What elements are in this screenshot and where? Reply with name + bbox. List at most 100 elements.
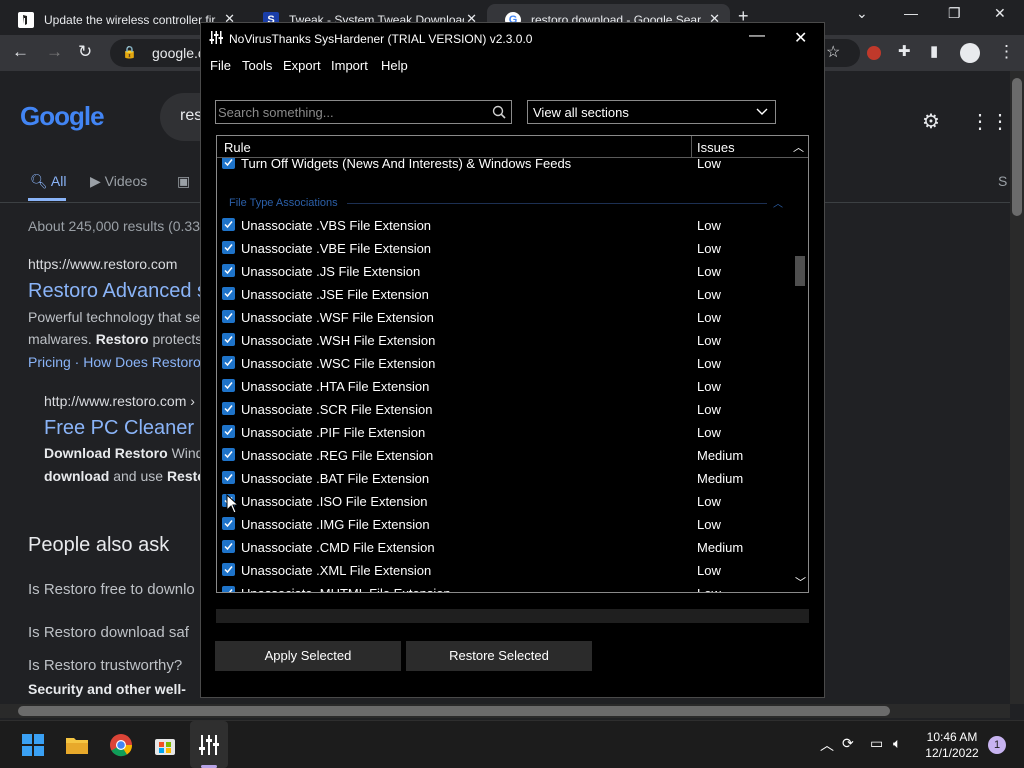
column-issues-header[interactable]: Issues — [697, 140, 735, 155]
table-row[interactable]: Unassociate .JS File Extension Low — [217, 260, 792, 283]
minimize-icon[interactable]: — — [904, 5, 918, 21]
paa-question[interactable]: Is Restoro trustworthy? — [28, 657, 182, 674]
menu-file[interactable]: File — [210, 58, 231, 73]
rule-checkbox[interactable] — [222, 218, 235, 231]
system-clock[interactable]: 10:46 AM 12/1/2022 — [920, 730, 984, 760]
more-menu-icon[interactable]: ⋮ — [998, 42, 1015, 62]
table-row[interactable]: Unassociate .WSH File Extension Low — [217, 329, 792, 352]
sitelinks[interactable]: Pricing · How Does Restoro — [28, 354, 201, 370]
table-row[interactable]: Unassociate .MHTML File Extension Low — [217, 582, 792, 592]
rule-checkbox[interactable] — [222, 158, 235, 169]
settings-gear-icon[interactable]: ⚙ — [922, 109, 940, 134]
table-row[interactable]: Unassociate .ISO File Extension Low — [217, 490, 792, 513]
table-row[interactable]: Unassociate .REG File Extension Medium — [217, 444, 792, 467]
table-row[interactable]: Unassociate .WSC File Extension Low — [217, 352, 792, 375]
chrome-icon[interactable] — [109, 733, 133, 757]
rule-checkbox[interactable] — [222, 563, 235, 576]
paa-question[interactable]: Is Restoro free to downlo — [28, 581, 195, 598]
back-arrow-icon[interactable]: ← — [12, 42, 29, 62]
extension-icon[interactable] — [867, 46, 881, 60]
table-row[interactable]: Turn Off Widgets (News And Interests) & … — [217, 158, 792, 175]
scroll-down-icon[interactable]: ﹀ — [795, 574, 806, 590]
rule-issue-level: Low — [697, 241, 721, 256]
result-title[interactable]: Restoro Advanced s — [28, 280, 207, 303]
collapse-chevron-up-icon[interactable]: ︿ — [773, 195, 783, 210]
side-panel-icon[interactable]: ▮ — [930, 42, 938, 60]
network-icon[interactable]: ▭ — [870, 735, 883, 752]
notification-badge[interactable]: 1 — [988, 736, 1006, 754]
rule-checkbox[interactable] — [222, 540, 235, 553]
tab-videos[interactable]: ▶ Videos — [90, 173, 147, 190]
grid-scroll-thumb[interactable] — [795, 256, 805, 286]
grid-scrollbar[interactable]: ﹀ — [792, 158, 808, 592]
volume-icon[interactable]: 🔈︎ — [893, 735, 901, 752]
rule-checkbox[interactable] — [222, 287, 235, 300]
rule-checkbox[interactable] — [222, 264, 235, 277]
rule-checkbox[interactable] — [222, 425, 235, 438]
menu-tools[interactable]: Tools — [242, 58, 272, 73]
close-icon[interactable]: ✕ — [794, 28, 807, 48]
people-also-ask-heading: People also ask — [28, 534, 170, 556]
windows-start-icon[interactable] — [21, 733, 45, 757]
search-icon[interactable] — [492, 105, 506, 119]
table-row[interactable]: Unassociate .BAT File Extension Medium — [217, 467, 792, 490]
table-row[interactable]: Unassociate .PIF File Extension Low — [217, 421, 792, 444]
google-doodle-logo[interactable]: Google — [20, 101, 105, 132]
table-row[interactable]: Unassociate .HTA File Extension Low — [217, 375, 792, 398]
forward-arrow-icon[interactable]: → — [46, 42, 63, 62]
menu-help[interactable]: Help — [381, 58, 408, 73]
rule-checkbox[interactable] — [222, 402, 235, 415]
table-row[interactable]: Unassociate .SCR File Extension Low — [217, 398, 792, 421]
rule-checkbox[interactable] — [222, 586, 235, 592]
microsoft-store-icon[interactable] — [153, 733, 177, 757]
apps-grid-icon[interactable]: ⋮⋮ — [970, 109, 1010, 134]
search-input[interactable]: Search something... — [215, 100, 512, 124]
rule-checkbox[interactable] — [222, 517, 235, 530]
result-url[interactable]: https://www.restoro.com — [28, 256, 177, 272]
tab-cut[interactable]: S — [998, 173, 1007, 189]
page-vertical-scroll-thumb[interactable] — [1012, 78, 1022, 216]
tab-images-icon[interactable]: ▣ — [177, 173, 190, 190]
rule-checkbox[interactable] — [222, 241, 235, 254]
scroll-up-icon[interactable]: ︿ — [793, 139, 804, 155]
rule-name: Unassociate .BAT File Extension — [241, 471, 430, 486]
chevron-down-icon[interactable]: ⌄ — [856, 5, 868, 22]
table-row[interactable]: Unassociate .VBE File Extension Low — [217, 237, 792, 260]
table-row[interactable]: Unassociate .JSE File Extension Low — [217, 283, 792, 306]
sync-icon[interactable]: ⟳ — [842, 735, 854, 752]
menu-export[interactable]: Export — [283, 58, 321, 73]
puzzle-extensions-icon[interactable]: ✚ — [898, 42, 911, 60]
star-icon[interactable]: ☆ — [826, 42, 840, 62]
close-window-icon[interactable]: ✕ — [994, 5, 1006, 22]
group-header-file-type-associations[interactable]: File Type Associations ︿ — [217, 191, 792, 213]
rule-checkbox[interactable] — [222, 448, 235, 461]
page-horizontal-scroll-thumb[interactable] — [18, 706, 890, 716]
rule-checkbox[interactable] — [222, 356, 235, 369]
restore-window-icon[interactable]: ❐ — [948, 5, 961, 22]
tab-all[interactable]: 🔍︎ All — [30, 173, 66, 190]
table-row[interactable]: Unassociate .XML File Extension Low — [217, 559, 792, 582]
menu-import[interactable]: Import — [331, 58, 368, 73]
rule-checkbox[interactable] — [222, 471, 235, 484]
apply-selected-button[interactable]: Apply Selected — [215, 641, 401, 671]
table-row[interactable]: Unassociate .WSF File Extension Low — [217, 306, 792, 329]
table-row[interactable]: Unassociate .VBS File Extension Low — [217, 214, 792, 237]
result-title[interactable]: Free PC Cleaner — [44, 417, 194, 440]
syshardener-icon[interactable] — [197, 733, 221, 757]
section-select[interactable]: View all sections — [527, 100, 776, 124]
table-row[interactable]: Unassociate .IMG File Extension Low — [217, 513, 792, 536]
app-titlebar[interactable]: NoVirusThanks SysHardener (TRIAL VERSION… — [201, 23, 824, 53]
result-url[interactable]: http://www.restoro.com › — [44, 393, 195, 409]
file-explorer-icon[interactable] — [65, 733, 89, 757]
rule-checkbox[interactable] — [222, 310, 235, 323]
rule-checkbox[interactable] — [222, 333, 235, 346]
column-rule-header[interactable]: Rule — [224, 140, 251, 155]
minimize-icon[interactable]: — — [749, 27, 765, 45]
profile-avatar[interactable] — [960, 43, 980, 63]
reload-icon[interactable]: ↻ — [78, 42, 92, 62]
table-row[interactable]: Unassociate .CMD File Extension Medium — [217, 536, 792, 559]
rule-checkbox[interactable] — [222, 379, 235, 392]
restore-selected-button[interactable]: Restore Selected — [406, 641, 592, 671]
chevron-up-icon[interactable]: ︿ — [820, 735, 834, 755]
paa-question[interactable]: Is Restoro download saf — [28, 624, 189, 641]
